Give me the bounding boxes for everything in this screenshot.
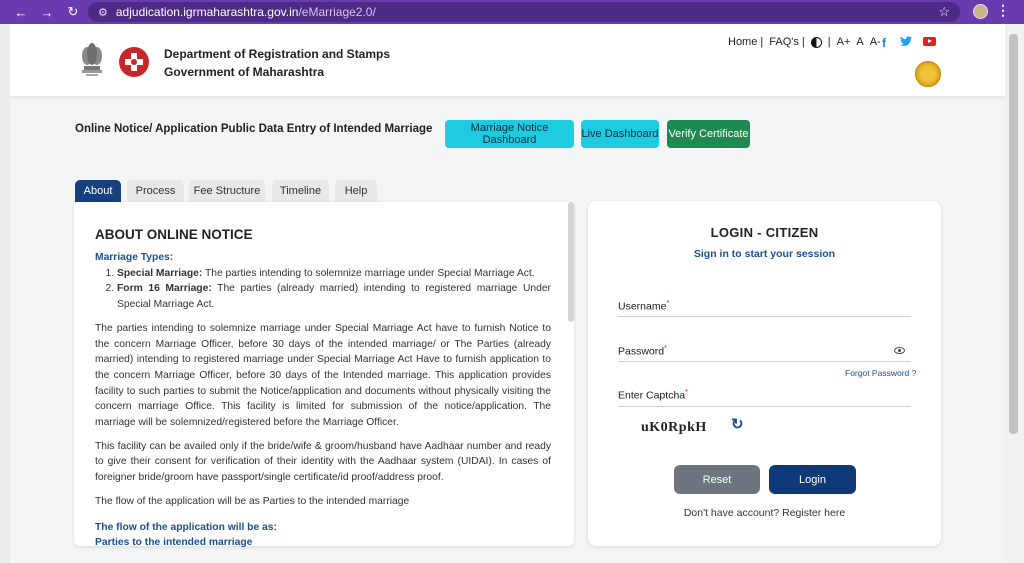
page-title: Online Notice/ Application Public Data E… [75,123,433,135]
tab-about[interactable]: About [75,180,121,202]
twitter-icon[interactable] [900,36,912,50]
url-path: /eMarriage2.0/ [298,5,376,19]
forgot-password-link[interactable]: Forgot Password ? [845,368,916,378]
login-subtitle: Sign in to start your session [693,248,836,260]
font-decrease-link[interactable]: A- [870,36,881,48]
password-underline [618,361,911,362]
about-paragraph-2: This facility can be availed only if the… [95,440,551,484]
page-scrollbar-thumb[interactable] [1009,34,1018,434]
site-header: Department of Registration and Stamps Go… [10,24,1005,96]
bookmark-star-icon[interactable]: ☆ [938,4,950,20]
reset-button[interactable]: Reset [674,465,760,494]
captcha-input[interactable] [618,389,888,405]
type1-label: Special Marriage: [117,267,203,279]
youtube-icon[interactable] [923,37,936,46]
url-domain: adjudication.igrmaharashtra.gov.in [115,5,299,19]
marriage-types-list: Special Marriage: The parties intending … [117,266,551,313]
about-heading: ABOUT ONLINE NOTICE [95,227,253,242]
seal-icon [915,61,941,87]
type2-label: Form 16 Marriage: [117,283,212,295]
browser-menu-icon[interactable]: ⋮ [996,2,1010,19]
browser-toolbar: ← → ↻ ⚙ adjudication.igrmaharashtra.gov.… [0,0,1024,24]
marriage-notice-dashboard-button[interactable]: Marriage Notice Dashboard [445,120,574,148]
flow-subheading: Parties to the intended marriage [95,537,253,549]
eye-icon[interactable] [894,347,905,354]
tab-process[interactable]: Process [127,180,184,202]
password-input[interactable] [618,345,888,361]
tab-fee-structure[interactable]: Fee Structure [189,180,265,202]
page: Department of Registration and Stamps Go… [10,24,1005,563]
flow-heading: The flow of the application will be as: [95,521,277,533]
list-item: Form 16 Marriage: The parties (already m… [117,281,551,312]
live-dashboard-button[interactable]: Live Dashboard [581,120,659,148]
reload-icon[interactable]: ↻ [62,1,84,23]
marriage-types-label: Marriage Types: [95,252,174,263]
about-content: Marriage Types: Special Marriage: The pa… [95,250,551,551]
extension-icon[interactable] [973,4,988,19]
home-link[interactable]: Home | [728,36,763,48]
address-bar[interactable]: ⚙ adjudication.igrmaharashtra.gov.in/eMa… [88,2,960,22]
faqs-link[interactable]: FAQ's | [769,36,805,48]
site-info-icon[interactable]: ⚙ [98,6,108,19]
font-normal-link[interactable]: A [856,36,863,48]
list-item: Special Marriage: The parties intending … [117,266,551,282]
top-links: Home | FAQ's | | A+ A A- [728,36,881,48]
contrast-icon[interactable] [810,36,822,48]
verify-certificate-button[interactable]: Verify Certificate [667,120,750,148]
about-paragraph-3: The flow of the application will be as P… [95,495,410,507]
captcha-image: uK0RpkH [641,420,707,435]
government-name: Government of Maharashtra [164,65,325,79]
facebook-icon[interactable]: f [882,36,886,50]
igr-logo-icon [119,47,149,77]
about-scrollbar[interactable] [568,202,574,322]
username-underline [618,316,911,317]
username-input[interactable] [618,300,888,316]
login-button[interactable]: Login [769,465,856,494]
left-edge [0,24,10,563]
tab-help[interactable]: Help [335,180,377,202]
refresh-icon[interactable]: ↻ [731,417,745,432]
contrast-separator: | [827,36,831,48]
register-link[interactable]: Don't have account? Register here [588,507,941,519]
font-increase-link[interactable]: A+ [837,36,851,48]
type1-text: The parties intending to solemnize marri… [202,267,535,279]
tab-timeline[interactable]: Timeline [272,180,329,202]
forward-icon[interactable]: → [36,1,58,23]
back-icon[interactable]: ← [10,1,32,23]
captcha-underline [618,406,911,407]
emblem-icon [82,43,102,76]
login-title: LOGIN - CITIZEN [710,225,819,240]
department-name: Department of Registration and Stamps [164,47,391,61]
url-text: adjudication.igrmaharashtra.gov.in/eMarr… [116,5,376,19]
about-paragraph-1: The parties intending to solemnize marri… [95,322,551,429]
